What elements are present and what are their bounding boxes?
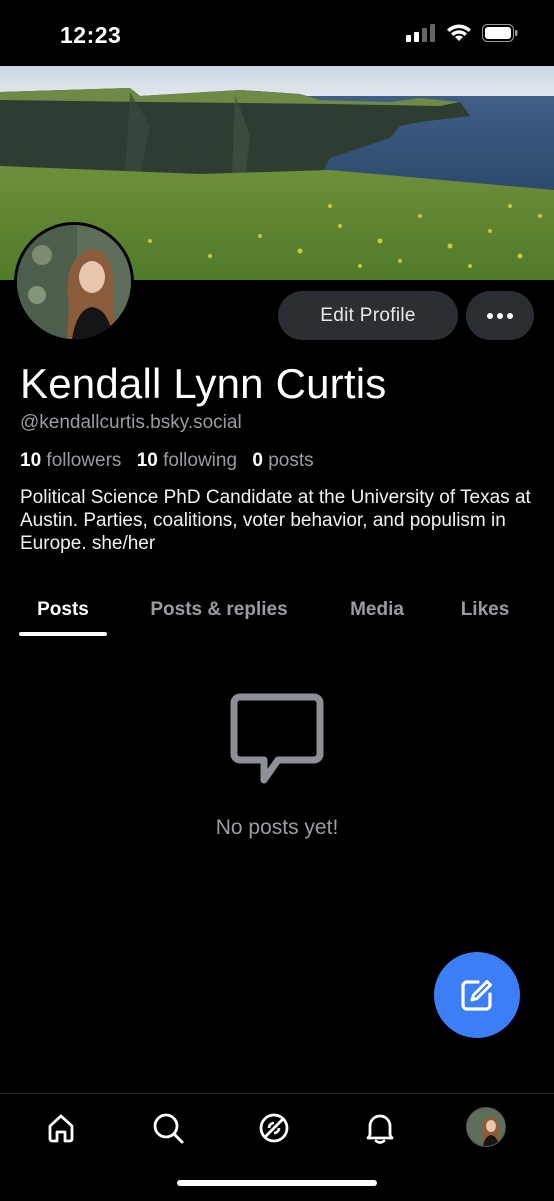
tab-likes[interactable]: Likes bbox=[452, 582, 518, 638]
profile-avatar-small bbox=[467, 1108, 505, 1146]
edit-profile-button[interactable]: Edit Profile bbox=[278, 291, 458, 340]
nav-notifications[interactable] bbox=[360, 1108, 400, 1148]
active-tab-indicator bbox=[19, 632, 107, 636]
followers-count: 10 bbox=[20, 450, 42, 471]
followers-stat[interactable]: 10 followers bbox=[20, 450, 121, 471]
followers-label: followers bbox=[46, 450, 122, 471]
display-name: Kendall Lynn Curtis bbox=[20, 360, 387, 407]
notifications-icon bbox=[366, 1114, 394, 1144]
posts-label: posts bbox=[268, 450, 314, 471]
posts-stat: 0 posts bbox=[252, 450, 313, 471]
profile-stats: 10 followers 10 following 0 posts bbox=[20, 450, 314, 472]
tab-posts[interactable]: Posts bbox=[19, 582, 107, 638]
profile-avatar[interactable] bbox=[14, 222, 134, 342]
compose-button[interactable] bbox=[434, 952, 520, 1038]
nav-profile[interactable] bbox=[466, 1107, 506, 1147]
tab-posts-and-replies[interactable]: Posts & replies bbox=[134, 582, 304, 638]
following-label: following bbox=[163, 450, 238, 471]
wifi-icon bbox=[447, 24, 471, 41]
more-options-button[interactable] bbox=[466, 291, 534, 340]
profile-tabs: Posts Posts & replies Media Likes bbox=[0, 582, 554, 638]
ellipsis-icon bbox=[487, 312, 493, 319]
empty-state-text: No posts yet! bbox=[215, 816, 339, 839]
tab-media[interactable]: Media bbox=[337, 582, 417, 638]
profile-bio: Political Science PhD Candidate at the U… bbox=[20, 487, 531, 554]
status-time: 12:23 bbox=[60, 22, 122, 48]
posts-count: 0 bbox=[252, 450, 263, 471]
nav-search[interactable] bbox=[148, 1108, 188, 1148]
signal-icon bbox=[406, 24, 435, 42]
nav-home[interactable] bbox=[41, 1108, 81, 1148]
status-bar: 12:23 bbox=[0, 0, 554, 66]
speech-bubble-icon bbox=[230, 693, 324, 784]
ellipsis-dot bbox=[507, 312, 513, 319]
battery-icon bbox=[482, 24, 518, 42]
following-stat[interactable]: 10 following bbox=[137, 450, 237, 471]
home-icon bbox=[48, 1114, 74, 1143]
avatar-image bbox=[17, 225, 131, 339]
home-indicator[interactable] bbox=[177, 1180, 377, 1186]
feeds-icon bbox=[259, 1113, 289, 1143]
search-icon bbox=[153, 1113, 184, 1144]
profile-handle: @kendallcurtis.bsky.social bbox=[20, 412, 242, 433]
compose-icon bbox=[461, 980, 492, 1011]
nav-feeds[interactable] bbox=[254, 1108, 294, 1148]
status-icons bbox=[406, 24, 518, 42]
ellipsis-dot bbox=[497, 312, 503, 319]
following-count: 10 bbox=[136, 450, 158, 471]
